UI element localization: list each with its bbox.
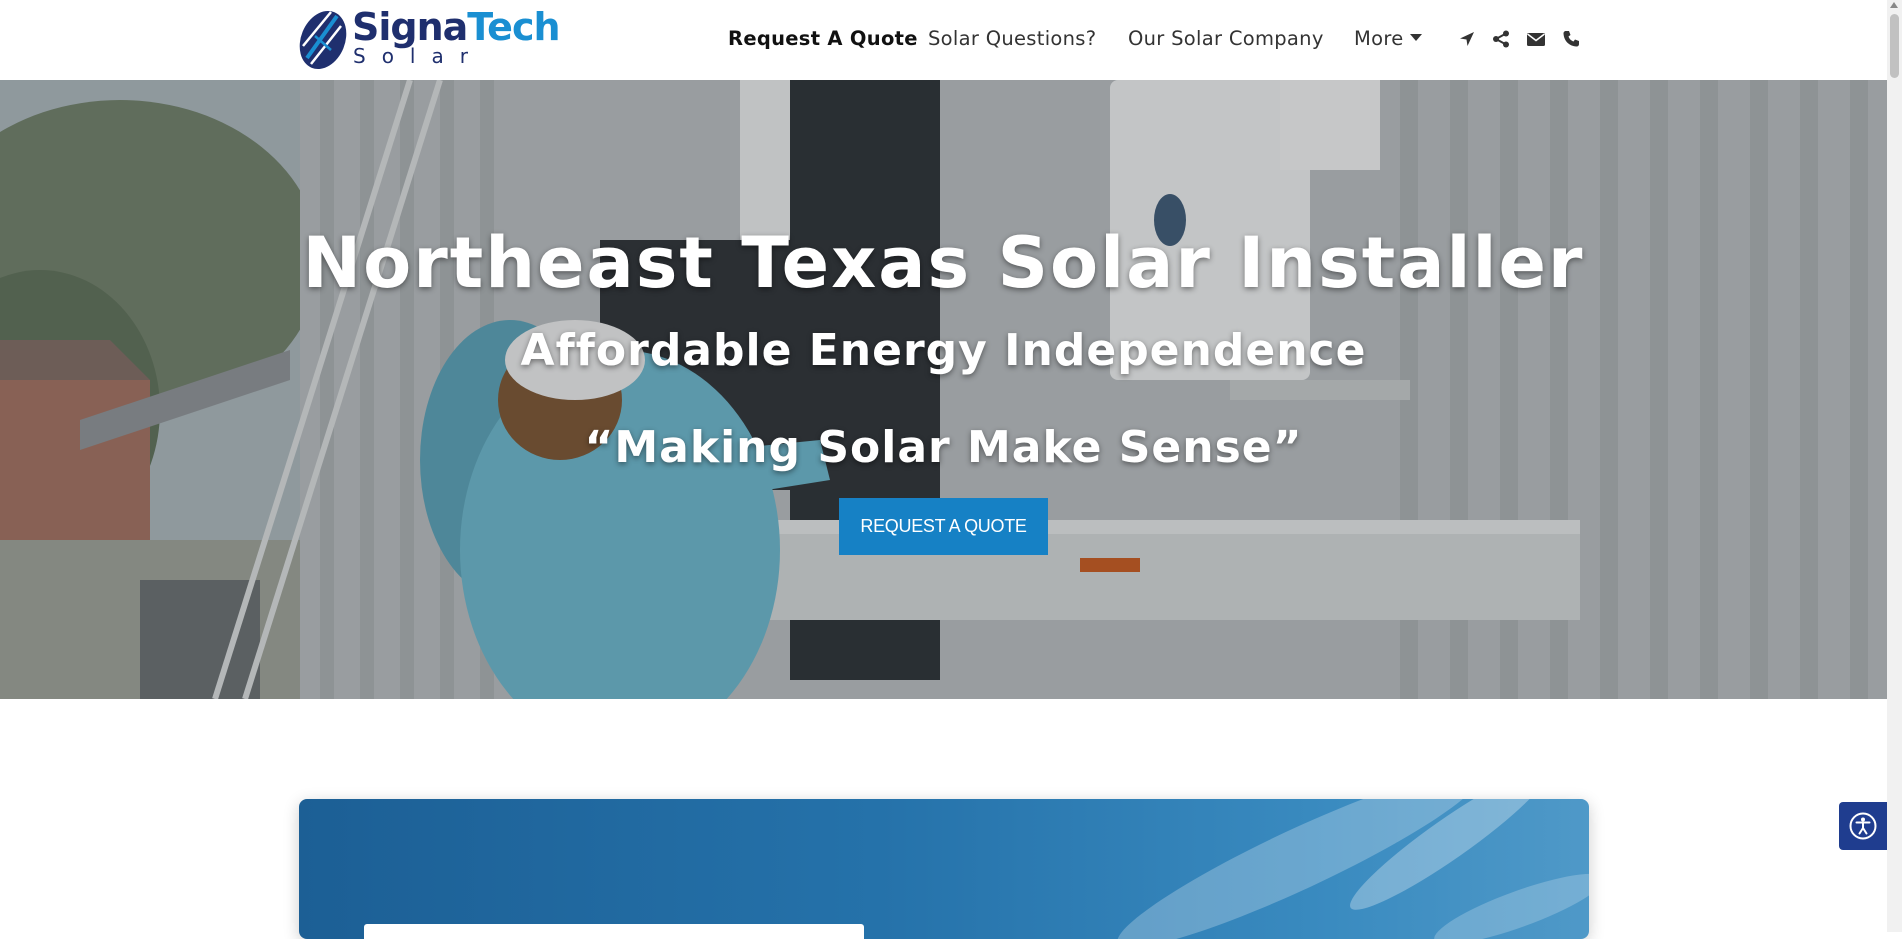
phone-icon[interactable] [1561, 29, 1581, 49]
accessibility-icon [1849, 812, 1877, 840]
hero-section: Northeast Texas Solar Installer Affordab… [0, 80, 1887, 699]
nav-more-dropdown[interactable]: More [1354, 27, 1422, 51]
sky-background-image [1117, 799, 1589, 939]
nav-more-label: More [1354, 27, 1404, 50]
hero-overlay [0, 80, 1887, 699]
scrollbar-thumb[interactable] [1890, 14, 1899, 78]
hero-subtitle: Affordable Energy Independence [520, 325, 1367, 376]
request-quote-button[interactable]: REQUEST A QUOTE [839, 498, 1048, 555]
site-header: SignaTech Solar Request A Quote Solar Qu… [0, 0, 1887, 80]
envelope-icon[interactable] [1526, 29, 1546, 49]
hero-title: Northeast Texas Solar Installer [302, 222, 1585, 304]
sky-feature-card [299, 799, 1589, 939]
nav-request-a-quote[interactable]: Request A Quote [728, 27, 918, 51]
share-icon[interactable] [1491, 29, 1511, 49]
location-arrow-icon[interactable] [1457, 29, 1477, 49]
accessibility-button[interactable] [1839, 802, 1887, 850]
nav-our-solar-company[interactable]: Our Solar Company [1128, 27, 1324, 51]
scroll-up-arrow-icon[interactable] [1890, 2, 1898, 8]
main-nav: Request A Quote Solar Questions? Our Sol… [0, 0, 1887, 80]
page-scrollbar[interactable] [1887, 0, 1902, 932]
caret-down-icon [1409, 34, 1422, 41]
hero-tagline: “Making Solar Make Sense” [584, 422, 1303, 473]
nav-solar-questions[interactable]: Solar Questions? [928, 27, 1096, 51]
